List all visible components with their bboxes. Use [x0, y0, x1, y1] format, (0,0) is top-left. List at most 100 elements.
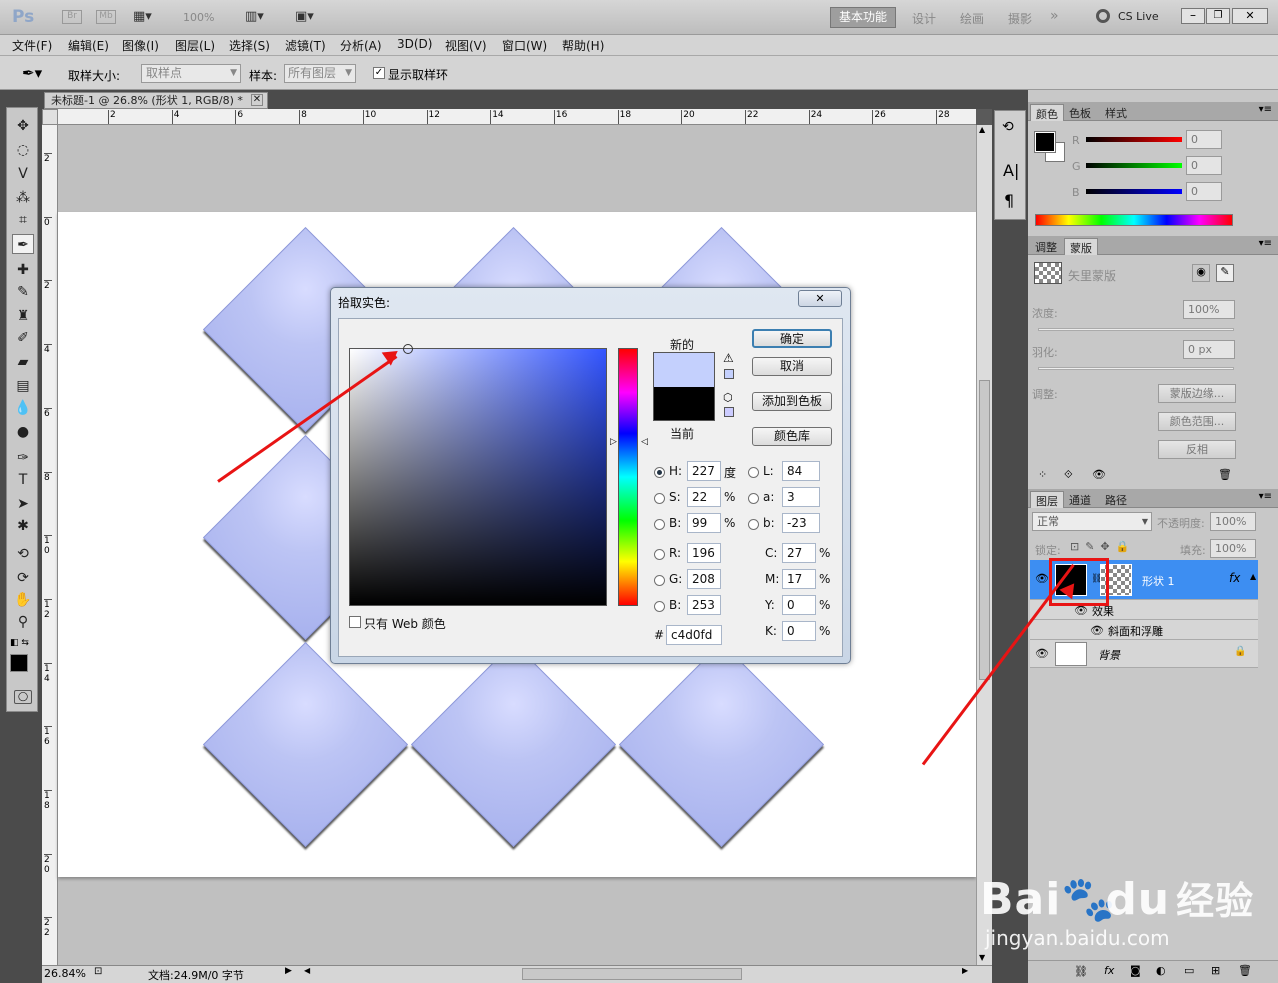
web-colors-only-checkbox[interactable]	[349, 616, 361, 628]
background-visibility-icon[interactable]: 👁	[1035, 647, 1049, 660]
hue-slider-left-arrow-icon[interactable]: ▷	[610, 437, 617, 447]
fill-input[interactable]: 100%	[1210, 539, 1256, 558]
ruler-origin[interactable]	[42, 109, 58, 125]
layers-panel-menu-icon[interactable]: ▾≡	[1259, 491, 1272, 502]
layer-visibility-icon[interactable]: 👁	[1035, 572, 1049, 585]
menu-analysis[interactable]: 分析(A)	[340, 37, 382, 54]
crop-tool-icon[interactable]: ⌗	[12, 210, 34, 230]
yellow-input[interactable]: 0	[782, 595, 816, 615]
history-panel-icon[interactable]: ⟲	[1002, 119, 1014, 135]
pen-tool-icon[interactable]: ✑	[12, 448, 34, 468]
red-input[interactable]: 196	[687, 543, 721, 563]
zoom-tool-icon[interactable]: ⚲	[12, 612, 34, 632]
invert-button[interactable]: 反相	[1158, 440, 1236, 459]
view-extras-icon[interactable]: ▦▾	[133, 9, 152, 24]
color-panel-fg-swatch[interactable]	[1034, 131, 1056, 153]
link-layers-icon[interactable]: ⛓	[1074, 965, 1088, 978]
scroll-down-icon[interactable]: ▼	[979, 953, 985, 962]
status-zoom[interactable]: 26.84%	[44, 967, 86, 980]
magenta-input[interactable]: 17	[782, 569, 816, 589]
opacity-input[interactable]: 100%	[1210, 512, 1256, 531]
hue-radio[interactable]	[654, 467, 665, 478]
blend-mode-select[interactable]: 正常 ▼	[1032, 512, 1152, 531]
3d-orbit-tool-icon[interactable]: ⟳	[12, 568, 34, 588]
menu-window[interactable]: 窗口(W)	[502, 37, 547, 54]
mask-visibility-icon[interactable]: 👁	[1092, 468, 1106, 481]
tab-adjustments[interactable]: 调整	[1030, 238, 1062, 255]
ok-button[interactable]: 确定	[752, 329, 832, 348]
minimize-button[interactable]: –	[1181, 8, 1205, 24]
tab-paths[interactable]: 路径	[1100, 491, 1132, 508]
layer-row-background[interactable]: 👁 背景 🔒	[1030, 640, 1258, 668]
cancel-button[interactable]: 取消	[752, 357, 832, 376]
status-menu-arrow[interactable]: ▶	[285, 966, 292, 976]
blue-input[interactable]: 253	[687, 595, 721, 615]
new-layer-icon[interactable]: ⊞	[1211, 964, 1220, 977]
current-color-swatch[interactable]	[654, 387, 714, 420]
saturation-input[interactable]: 22	[687, 487, 721, 507]
menu-edit[interactable]: 编辑(E)	[68, 37, 109, 54]
black-input[interactable]: 0	[782, 621, 816, 641]
feather-input[interactable]: 0 px	[1183, 340, 1235, 359]
background-layer-name[interactable]: 背景	[1098, 647, 1120, 663]
red-radio[interactable]	[654, 549, 665, 560]
workspace-essentials-button[interactable]: 基本功能	[830, 7, 896, 28]
vertical-scrollbar[interactable]: ▲ ▼	[976, 125, 992, 965]
gradient-tool-icon[interactable]: ▤	[12, 376, 34, 396]
tab-swatches[interactable]: 色板	[1064, 104, 1096, 121]
workspace-painting-button[interactable]: 绘画	[960, 10, 984, 27]
eyedropper-tool-icon[interactable]: ✒	[12, 234, 34, 254]
menu-filter[interactable]: 滤镜(T)	[285, 37, 326, 54]
restore-button[interactable]: ❐	[1206, 8, 1230, 24]
layer-name[interactable]: 形状 1	[1142, 573, 1175, 589]
add-mask-icon[interactable]: ◙	[1130, 964, 1141, 977]
bevel-emboss-row[interactable]: 👁 斜面和浮雕	[1030, 620, 1258, 640]
load-selection-icon[interactable]: ⁘	[1038, 468, 1047, 481]
hue-input[interactable]: 227	[687, 461, 721, 481]
sample-layers-select[interactable]: 所有图层 ▼	[284, 64, 356, 83]
menu-view[interactable]: 视图(V)	[445, 37, 487, 54]
menu-3d[interactable]: 3D(D)	[397, 37, 432, 51]
green-input[interactable]: 208	[687, 569, 721, 589]
a-channel-input[interactable]: 3	[782, 487, 820, 507]
new-adjustment-layer-icon[interactable]: ◐	[1156, 964, 1166, 977]
hex-input[interactable]: c4d0fd	[666, 625, 722, 645]
blue-radio[interactable]	[654, 601, 665, 612]
color-spectrum-bar[interactable]	[1035, 214, 1233, 226]
blur-tool-icon[interactable]: 💧	[12, 398, 34, 418]
quick-selection-tool-icon[interactable]: ⁂	[12, 188, 34, 208]
default-colors-icon[interactable]: ◧ ⇆	[10, 638, 29, 648]
screen-mode-icon[interactable]: ▣▾	[295, 9, 314, 24]
marquee-tool-icon[interactable]: ◌	[12, 140, 34, 160]
tab-styles[interactable]: 样式	[1100, 104, 1132, 121]
a-channel-radio[interactable]	[748, 493, 759, 504]
arrange-documents-icon[interactable]: ▥▾	[245, 9, 264, 24]
bevel-visibility-icon[interactable]: 👁	[1090, 624, 1104, 637]
color-panel-menu-icon[interactable]: ▾≡	[1259, 104, 1272, 115]
lightness-radio[interactable]	[748, 467, 759, 478]
pixel-mask-icon[interactable]: ◉	[1192, 264, 1210, 282]
history-brush-tool-icon[interactable]: ✐	[12, 328, 34, 348]
dialog-close-button[interactable]: ✕	[798, 290, 842, 307]
vertical-scroll-thumb[interactable]	[979, 380, 990, 680]
lightness-input[interactable]: 84	[782, 461, 820, 481]
color-g-slider[interactable]	[1086, 163, 1182, 168]
tab-layers[interactable]: 图层	[1030, 491, 1064, 508]
tab-masks[interactable]: 蒙版	[1064, 238, 1098, 255]
bridge-button[interactable]: Br	[62, 10, 82, 24]
paragraph-panel-icon[interactable]: ¶	[1004, 191, 1014, 210]
web-safe-cube-icon[interactable]: ⬡	[723, 391, 733, 404]
healing-brush-tool-icon[interactable]: ✚	[12, 260, 34, 280]
layer-effects-toggle-icon[interactable]: ▲	[1250, 572, 1256, 581]
hscroll-left-icon[interactable]: ◀	[304, 966, 310, 975]
masks-panel-menu-icon[interactable]: ▾≡	[1259, 238, 1272, 249]
dodge-tool-icon[interactable]: ●	[12, 422, 34, 442]
add-layer-style-icon[interactable]: fx	[1104, 964, 1114, 977]
character-panel-icon[interactable]: A|	[1003, 161, 1019, 180]
menu-file[interactable]: 文件(F)	[12, 37, 52, 54]
color-b-input[interactable]: 0	[1186, 182, 1222, 201]
color-g-input[interactable]: 0	[1186, 156, 1222, 175]
cs-live-menu[interactable]: CS Live	[1118, 10, 1159, 23]
density-slider[interactable]	[1038, 328, 1234, 331]
more-workspaces-icon[interactable]: »	[1050, 8, 1059, 24]
